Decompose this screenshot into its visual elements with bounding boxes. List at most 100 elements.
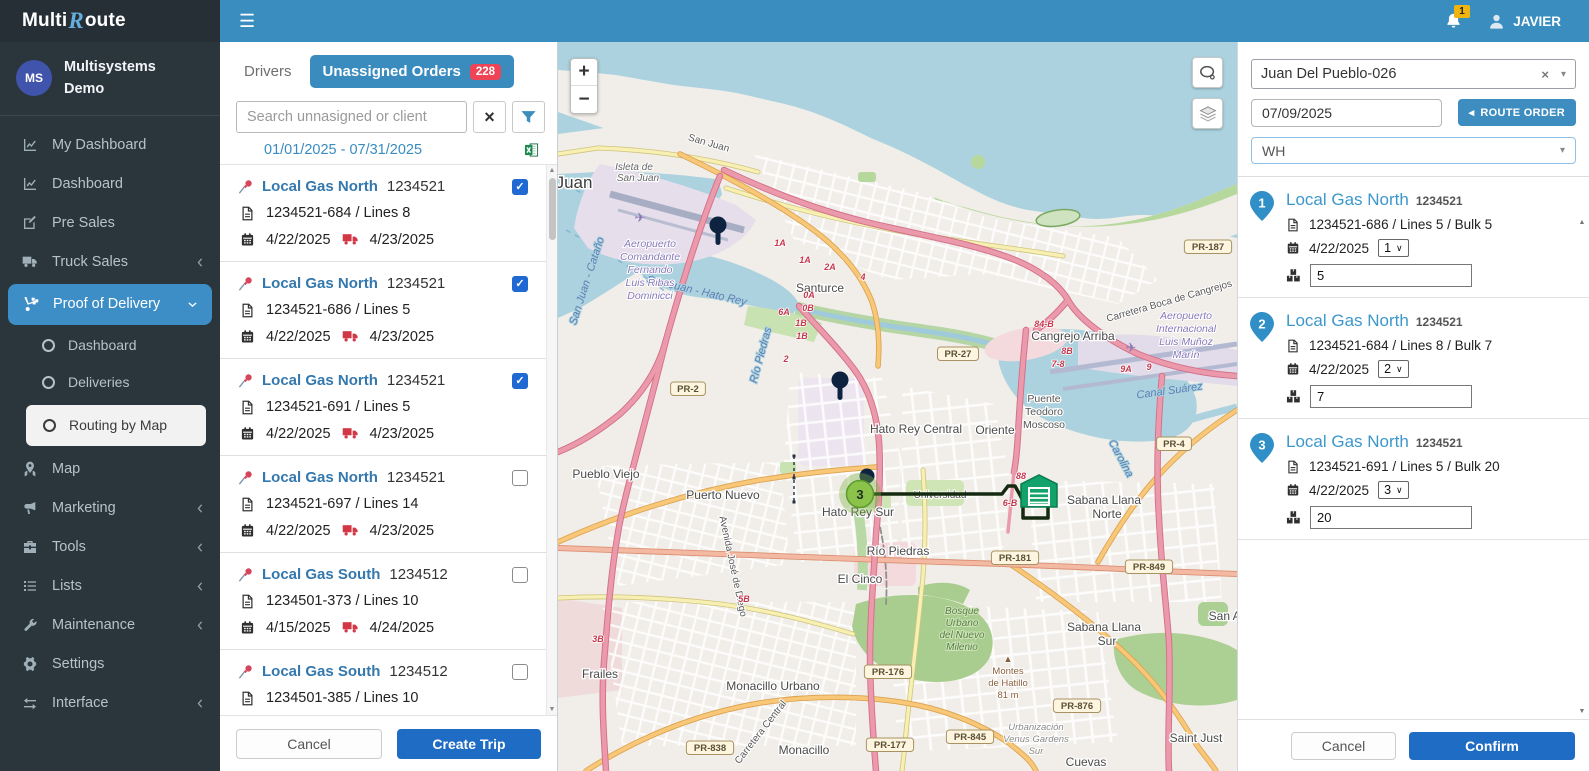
stop-client-name[interactable]: Local Gas North	[1286, 311, 1409, 331]
order-checkbox[interactable]: ✓	[512, 179, 528, 195]
sidebar-item-wrap: My Dashboard	[0, 126, 220, 165]
stop-bulk-input[interactable]	[1310, 264, 1472, 287]
stop-date-row: 4/22/20253∨	[1286, 481, 1575, 499]
stop-marker-3[interactable]: 3	[839, 473, 881, 515]
sidebar-item-maintenance[interactable]: Maintenance	[0, 606, 220, 645]
order-card[interactable]: Local Gas North1234521✓1234521-691 / Lin…	[220, 359, 546, 456]
warehouse-select[interactable]: WH ▾	[1251, 137, 1576, 164]
sidebar-item-proof-of-delivery[interactable]: Proof of Delivery	[8, 284, 212, 325]
order-client-name[interactable]: Local Gas North	[262, 469, 378, 486]
route-date-input[interactable]: 07/09/2025	[1251, 99, 1442, 127]
stop-bulk-input[interactable]	[1310, 506, 1472, 529]
sidebar-item-marketing[interactable]: Marketing	[0, 489, 220, 528]
driver-select[interactable]: Juan Del Pueblo-026 × ▾	[1251, 59, 1576, 89]
order-client-name[interactable]: Local Gas South	[262, 566, 380, 583]
sidebar-subitem-deliveries[interactable]: Deliveries	[0, 364, 220, 401]
scrollbar-thumb[interactable]	[549, 178, 556, 240]
sidebar-item-wrap: Lists	[0, 567, 220, 606]
map-canvas[interactable]: JuanIsleta deSan JuanSan JuanSanturceCan…	[558, 42, 1237, 771]
scroll-up-icon[interactable]: ▲	[547, 167, 557, 174]
sidebar-subitem-dashboard[interactable]: Dashboard	[0, 327, 220, 364]
map-label: ▲	[1003, 654, 1012, 665]
order-checkbox[interactable]: ✓	[512, 373, 528, 389]
stop-sequence-select[interactable]: 2∨	[1378, 360, 1409, 378]
date-range-link[interactable]: 01/01/2025 - 07/31/2025	[264, 142, 422, 158]
order-number-row: 1234521-686 / Lines 5	[238, 302, 542, 318]
create-trip-button[interactable]: Create Trip	[397, 729, 541, 759]
sidebar-item-truck-sales[interactable]: Truck Sales	[0, 243, 220, 282]
stop-sequence-select[interactable]: 1∨	[1378, 239, 1409, 257]
sidebar-item-map[interactable]: Map	[0, 450, 220, 489]
order-checkbox[interactable]	[512, 470, 528, 486]
order-card[interactable]: Local Gas North1234521✓1234521-686 / Lin…	[220, 262, 546, 359]
sidebar-item-lists[interactable]: Lists	[0, 567, 220, 606]
order-card[interactable]: Local Gas North1234521✓1234521-684 / Lin…	[220, 165, 546, 262]
order-checkbox[interactable]	[512, 664, 528, 680]
order-client-id: 1234521	[387, 178, 445, 195]
filter-button[interactable]	[512, 101, 545, 133]
notifications-button[interactable]: 1	[1444, 12, 1463, 31]
sidebar-toggle-icon[interactable]: ☰	[220, 0, 274, 42]
sidebar-item-wrap: Truck Sales	[0, 243, 220, 282]
order-client-name[interactable]: Local Gas South	[262, 663, 380, 680]
clear-search-button[interactable]: ×	[473, 101, 506, 133]
route-cancel-button[interactable]: Cancel	[1291, 732, 1396, 760]
map-label: Aeropuerto	[623, 238, 676, 250]
order-client-name[interactable]: Local Gas North	[262, 372, 378, 389]
order-checkbox[interactable]	[512, 567, 528, 583]
toolbox-icon	[20, 539, 39, 555]
route-order-button[interactable]: ◂ ROUTE ORDER	[1458, 99, 1576, 126]
search-input[interactable]	[236, 101, 467, 133]
map-area[interactable]: JuanIsleta deSan JuanSan JuanSanturceCan…	[558, 42, 1237, 771]
orders-scrollbar[interactable]: ▲▼	[546, 165, 557, 715]
driver-clear-icon[interactable]: ×	[1541, 67, 1549, 82]
sidebar-item-label: Tools	[52, 539, 86, 555]
stop-bulk-input[interactable]	[1310, 385, 1472, 408]
stop-client-name[interactable]: Local Gas North	[1286, 190, 1409, 210]
stops-scrollbar[interactable]: ▲ ▼	[1576, 217, 1588, 717]
order-client-name[interactable]: Local Gas North	[262, 178, 378, 195]
notification-badge: 1	[1454, 5, 1470, 18]
app-logo[interactable]: MultiRoute	[0, 0, 220, 42]
export-excel-icon[interactable]	[524, 142, 541, 158]
order-checkbox[interactable]: ✓	[512, 276, 528, 292]
chart-line-icon	[20, 137, 39, 153]
sidebar-item-pre-sales[interactable]: Pre Sales	[0, 204, 220, 243]
sidebar-item-tools[interactable]: Tools	[0, 528, 220, 567]
org-panel[interactable]: MS Multisystems Demo	[0, 42, 220, 116]
stop-sequence-select[interactable]: 3∨	[1378, 481, 1409, 499]
tab-unassigned-orders[interactable]: Unassigned Orders 228	[310, 55, 515, 88]
order-number-row: 1234521-697 / Lines 14	[238, 496, 542, 512]
order-client-name[interactable]: Local Gas North	[262, 275, 378, 292]
scroll-down-icon[interactable]: ▼	[1576, 708, 1588, 715]
route-stop[interactable]: 1Local Gas North12345211234521-686 / Lin…	[1238, 177, 1589, 298]
zoom-out-button[interactable]: −	[571, 86, 597, 113]
order-date: 4/22/2025	[266, 426, 331, 442]
route-confirm-button[interactable]: Confirm	[1409, 732, 1575, 760]
chevron-left-icon	[195, 542, 206, 553]
sidebar-subitem-routing-by-map[interactable]: Routing by Map	[26, 405, 206, 446]
order-card[interactable]: Local Gas South12345121234501-385 / Line…	[220, 650, 546, 715]
sidebar-item-my-dashboard[interactable]: My Dashboard	[0, 126, 220, 165]
tab-drivers[interactable]: Drivers	[244, 63, 292, 80]
map-label: Juan	[558, 173, 592, 192]
sidebar-item-dashboard[interactable]: Dashboard	[0, 165, 220, 204]
svg-text:1: 1	[1258, 196, 1265, 211]
layers-button[interactable]	[1192, 98, 1223, 129]
sidebar-item-interface[interactable]: Interface	[0, 684, 220, 723]
lasso-select-button[interactable]	[1192, 57, 1223, 88]
scroll-up-icon[interactable]: ▲	[1576, 219, 1588, 226]
order-card[interactable]: Local Gas South12345121234501-373 / Line…	[220, 553, 546, 650]
route-stop[interactable]: 2Local Gas North12345211234521-684 / Lin…	[1238, 298, 1589, 419]
route-stops-list: 1Local Gas North12345211234521-686 / Lin…	[1238, 176, 1589, 719]
scroll-down-icon[interactable]: ▼	[547, 706, 557, 713]
driver-select-value: Juan Del Pueblo-026	[1261, 66, 1396, 82]
stop-client-name[interactable]: Local Gas North	[1286, 432, 1409, 452]
map-label: 4	[859, 272, 865, 282]
route-stop[interactable]: 3Local Gas North12345211234521-691 / Lin…	[1238, 419, 1589, 540]
zoom-in-button[interactable]: +	[571, 59, 597, 86]
user-menu[interactable]: JAVIER	[1487, 12, 1561, 31]
order-card[interactable]: Local Gas North12345211234521-697 / Line…	[220, 456, 546, 553]
sidebar-item-settings[interactable]: Settings	[0, 645, 220, 684]
orders-cancel-button[interactable]: Cancel	[236, 729, 382, 759]
